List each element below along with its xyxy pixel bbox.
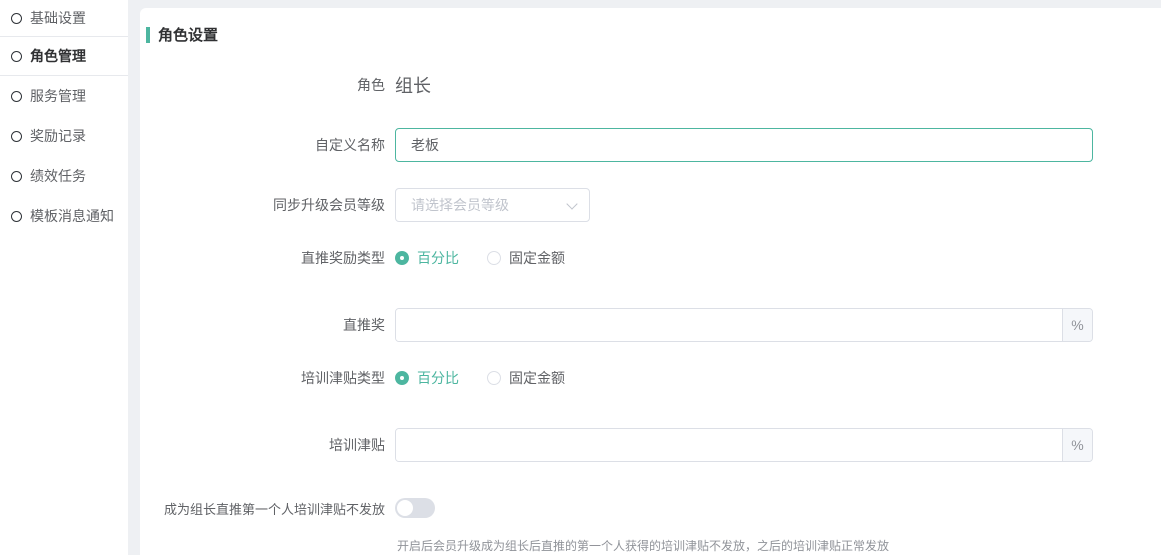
toggle-knob — [397, 500, 413, 516]
radio-label: 百分比 — [417, 248, 459, 268]
circle-icon — [11, 131, 22, 142]
training-allowance-input[interactable] — [396, 429, 1062, 461]
circle-icon — [11, 211, 22, 222]
direct-reward-type-radio-group: 百分比 固定金额 — [395, 248, 593, 268]
toggle-help-text: 开启后会员升级成为组长后直推的第一个人获得的培训津贴不发放，之后的培训津贴正常发… — [140, 537, 889, 554]
sidebar-item-label: 服务管理 — [30, 86, 86, 106]
sidebar-item-role-management[interactable]: 角色管理 — [0, 36, 128, 76]
direct-reward-type-label: 直推奖励类型 — [140, 248, 395, 268]
radio-unselected-icon — [487, 371, 501, 385]
percent-suffix: % — [1062, 429, 1092, 461]
first-person-toggle-label: 成为组长直推第一个人培训津贴不发放 — [140, 499, 395, 518]
member-level-select[interactable]: 请选择会员等级 — [395, 188, 590, 222]
sidebar-item-label: 角色管理 — [30, 46, 86, 66]
radio-percentage[interactable]: 百分比 — [395, 248, 459, 268]
chevron-down-icon — [566, 198, 577, 209]
select-placeholder: 请选择会员等级 — [411, 195, 509, 215]
circle-icon — [11, 171, 22, 182]
training-allowance-input-group: % — [395, 428, 1093, 462]
custom-name-row: 自定义名称 — [140, 128, 1161, 162]
role-row: 角色 组长 — [140, 72, 1161, 98]
page-title: 角色设置 — [158, 24, 218, 45]
sidebar-item-label: 绩效任务 — [30, 166, 86, 186]
radio-unselected-icon — [487, 251, 501, 265]
sidebar-item-template-notifications[interactable]: 模板消息通知 — [0, 196, 128, 236]
sidebar-item-service-management[interactable]: 服务管理 — [0, 76, 128, 116]
sidebar-item-label: 基础设置 — [30, 8, 86, 28]
training-type-label: 培训津贴类型 — [140, 368, 395, 388]
section-title: 角色设置 — [146, 24, 218, 45]
direct-reward-input-group: % — [395, 308, 1093, 342]
role-settings-panel: 角色设置 角色 组长 自定义名称 同步升级会员等级 请选择会员等级 直推奖励类型… — [140, 8, 1161, 555]
first-person-toggle-row: 成为组长直推第一个人培训津贴不发放 — [140, 497, 1161, 519]
sidebar-item-basic-settings[interactable]: 基础设置 — [0, 0, 128, 36]
first-person-toggle-switch[interactable] — [395, 498, 435, 518]
custom-name-input[interactable] — [395, 128, 1093, 162]
direct-reward-input[interactable] — [396, 309, 1062, 341]
radio-label: 固定金额 — [509, 368, 565, 388]
direct-reward-type-row: 直推奖励类型 百分比 固定金额 — [140, 246, 1161, 270]
sync-level-row: 同步升级会员等级 请选择会员等级 — [140, 188, 1161, 222]
radio-percentage[interactable]: 百分比 — [395, 368, 459, 388]
radio-selected-icon — [395, 371, 409, 385]
training-type-radio-group: 百分比 固定金额 — [395, 368, 593, 388]
sidebar-item-label: 模板消息通知 — [30, 206, 114, 226]
toggle-help-row: 开启后会员升级成为组长后直推的第一个人获得的培训津贴不发放，之后的培训津贴正常发… — [140, 536, 1161, 554]
percent-suffix: % — [1062, 309, 1092, 341]
sidebar-item-label: 奖励记录 — [30, 126, 86, 146]
sidebar: 基础设置 角色管理 服务管理 奖励记录 绩效任务 模板消息通知 — [0, 0, 128, 555]
circle-icon — [11, 13, 22, 24]
sync-level-label: 同步升级会员等级 — [140, 195, 395, 215]
direct-reward-row: 直推奖 % — [140, 308, 1161, 342]
custom-name-label: 自定义名称 — [140, 135, 395, 155]
sidebar-item-reward-records[interactable]: 奖励记录 — [0, 116, 128, 156]
training-allowance-label: 培训津贴 — [140, 435, 395, 455]
radio-selected-icon — [395, 251, 409, 265]
sidebar-item-performance-tasks[interactable]: 绩效任务 — [0, 156, 128, 196]
direct-reward-label: 直推奖 — [140, 315, 395, 335]
circle-icon — [11, 51, 22, 62]
title-accent-bar — [146, 27, 150, 43]
radio-label: 百分比 — [417, 368, 459, 388]
training-allowance-row: 培训津贴 % — [140, 428, 1161, 462]
role-label: 角色 — [140, 75, 395, 95]
role-value: 组长 — [395, 72, 431, 98]
radio-fixed-amount[interactable]: 固定金额 — [487, 248, 565, 268]
radio-label: 固定金额 — [509, 248, 565, 268]
radio-fixed-amount[interactable]: 固定金额 — [487, 368, 565, 388]
circle-icon — [11, 91, 22, 102]
training-type-row: 培训津贴类型 百分比 固定金额 — [140, 366, 1161, 390]
